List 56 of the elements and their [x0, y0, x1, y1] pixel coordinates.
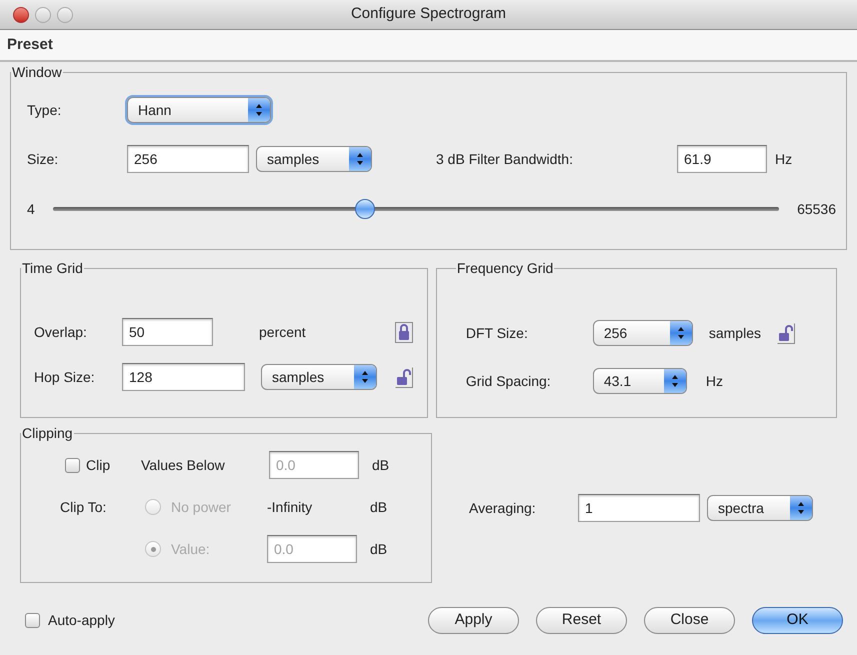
- field-label: 65536: [797, 200, 836, 218]
- updown-icon: [356, 152, 364, 166]
- dialog-button[interactable]: Apply: [428, 606, 519, 634]
- checkbox-label: Auto-apply: [48, 610, 116, 630]
- dialog-button[interactable]: OK: [752, 606, 843, 634]
- group-title: Time Grid: [21, 259, 84, 278]
- window-title: Configure Spectrogram: [350, 4, 506, 24]
- unit-label: dB: [372, 456, 390, 474]
- input-field[interactable]: 1: [578, 494, 700, 522]
- field-label: Type:: [26, 100, 62, 120]
- menu-item[interactable]: Preset: [7, 34, 53, 56]
- dialog-button[interactable]: Close: [644, 606, 735, 634]
- field-label: Overlap:: [33, 322, 88, 342]
- field-label: Values Below: [141, 456, 226, 474]
- closed-lock-icon[interactable]: [395, 322, 413, 342]
- dialog-button[interactable]: Reset: [536, 606, 627, 634]
- checkbox[interactable]: [25, 612, 40, 628]
- unit-label: dB: [370, 498, 388, 516]
- unit-label: dB: [370, 540, 388, 558]
- field-label: Size:: [26, 150, 60, 168]
- field-label: Clip To:: [59, 498, 108, 517]
- dropdown[interactable]: Hann: [127, 97, 271, 123]
- unit-label: percent: [259, 322, 307, 342]
- input-field[interactable]: 128: [122, 363, 245, 391]
- group-title: Frequency Grid: [456, 259, 554, 278]
- open-lock-icon[interactable]: [395, 366, 413, 388]
- close-button[interactable]: [13, 7, 29, 23]
- dropdown[interactable]: 256: [592, 320, 693, 346]
- dropdown[interactable]: samples: [261, 364, 377, 390]
- dropdown[interactable]: samples: [256, 146, 372, 172]
- unit-label: Hz: [706, 372, 723, 390]
- group-title: Clipping: [21, 424, 74, 443]
- open-lock-icon[interactable]: [776, 322, 795, 344]
- field-label: DFT Size:: [466, 324, 529, 342]
- dropdown[interactable]: 43.1: [592, 368, 687, 394]
- unit-label: Hz: [775, 150, 792, 168]
- value-text: -Infinity: [267, 498, 314, 517]
- updown-icon: [255, 103, 263, 117]
- input-field[interactable]: 61.9: [677, 145, 767, 173]
- field-label: 4: [26, 200, 35, 218]
- dropdown[interactable]: spectra: [707, 495, 813, 521]
- input-field[interactable]: 256: [127, 145, 249, 173]
- updown-icon: [676, 326, 685, 340]
- updown-icon: [670, 374, 679, 388]
- input-field[interactable]: 50: [122, 318, 213, 346]
- field-label: Grid Spacing:: [466, 372, 552, 391]
- slider-thumb[interactable]: [355, 199, 376, 219]
- field-label: 3 dB Filter Bandwidth:: [436, 150, 574, 168]
- field-label: Hop Size:: [33, 368, 96, 387]
- group-title: Window: [11, 63, 63, 82]
- field-label: Averaging:: [469, 498, 537, 518]
- updown-icon: [797, 501, 805, 515]
- checkbox[interactable]: [65, 458, 80, 472]
- unit-label: samples: [708, 324, 762, 343]
- checkbox-label: Clip: [86, 456, 112, 475]
- updown-icon: [361, 370, 369, 384]
